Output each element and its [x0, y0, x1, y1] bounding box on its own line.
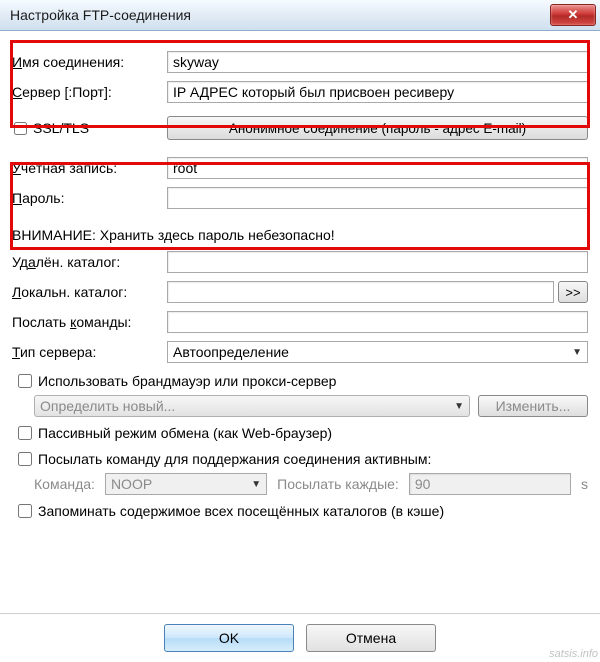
window-title: Настройка FTP-соединения: [10, 7, 191, 23]
proxy-change-button[interactable]: Изменить...: [478, 395, 588, 417]
keepalive-subrow: Команда: NOOP ▼ Посылать каждые: s: [12, 473, 588, 495]
label-server-type: Тип сервера:: [12, 344, 167, 360]
dialog-button-bar: OK Отмена: [0, 613, 600, 662]
row-use-proxy: Использовать брандмауэр или прокси-серве…: [14, 371, 588, 391]
keepalive-seconds-suffix: s: [581, 476, 588, 492]
ssl-tls-checkbox[interactable]: [14, 122, 27, 135]
cancel-button[interactable]: Отмена: [306, 624, 436, 652]
close-button[interactable]: ✕: [550, 4, 596, 26]
passive-mode-label: Пассивный режим обмена (как Web-браузер): [38, 425, 332, 441]
row-server-type: Тип сервера: Автоопределение ▼: [12, 339, 588, 365]
chevron-down-icon: ▼: [448, 401, 464, 412]
label-server-port: Сервер [:Порт]:: [12, 84, 167, 100]
chevron-down-icon: ▼: [566, 347, 582, 358]
chevron-down-icon: ▼: [245, 479, 261, 490]
titlebar: Настройка FTP-соединения ✕: [0, 0, 600, 31]
row-send-commands: Послать команды:: [12, 309, 588, 335]
send-commands-input[interactable]: [167, 311, 588, 333]
local-dir-input[interactable]: [167, 281, 554, 303]
keepalive-checkbox[interactable]: [18, 452, 32, 466]
label-connection-name: Имя соединения:: [12, 54, 167, 70]
label-remote-dir: Удалён. каталог:: [12, 254, 167, 270]
password-warning: ВНИМАНИЕ: Хранить здесь пароль небезопас…: [12, 227, 588, 243]
server-port-input[interactable]: [167, 81, 588, 103]
proxy-define-wrap: Определить новый... ▼: [34, 395, 470, 417]
password-input[interactable]: [167, 187, 588, 209]
row-connection-name: Имя соединения:: [12, 49, 588, 75]
ftp-settings-window: Настройка FTP-соединения ✕ Имя соединени…: [0, 0, 600, 662]
row-server-port: Сервер [:Порт]:: [12, 79, 588, 105]
row-ssl-anon: SSL/TLS Анонимное соединение (пароль - а…: [12, 115, 588, 141]
row-remote-dir: Удалён. каталог:: [12, 249, 588, 275]
remote-dir-input[interactable]: [167, 251, 588, 273]
browse-local-dir-button[interactable]: >>: [558, 281, 588, 303]
account-input[interactable]: [167, 157, 588, 179]
label-send-commands: Послать команды:: [12, 314, 167, 330]
ssl-tls-label: SSL/TLS: [33, 120, 89, 136]
proxy-define-dropdown[interactable]: Определить новый... ▼: [34, 395, 470, 417]
row-passive-mode: Пассивный режим обмена (как Web-браузер): [14, 423, 588, 443]
row-password: Пароль:: [12, 185, 588, 211]
ssl-tls-block: SSL/TLS: [12, 120, 167, 136]
label-password: Пароль:: [12, 190, 167, 206]
ok-button[interactable]: OK: [164, 624, 294, 652]
keepalive-cmd-value: NOOP: [111, 476, 152, 492]
row-local-dir: Локальн. каталог: >>: [12, 279, 588, 305]
keepalive-every-label: Посылать каждые:: [277, 476, 399, 492]
use-proxy-label: Использовать брандмауэр или прокси-серве…: [38, 373, 336, 389]
keepalive-interval-input[interactable]: [409, 473, 571, 495]
proxy-subblock: Определить новый... ▼ Изменить...: [12, 395, 588, 417]
connection-name-input[interactable]: [167, 51, 588, 73]
server-type-selected: Автоопределение: [173, 344, 289, 360]
use-proxy-checkbox[interactable]: [18, 374, 32, 388]
label-connection-name-text: мя соединения:: [22, 54, 124, 70]
cache-dirs-label: Запоминать содержимое всех посещённых ка…: [38, 503, 444, 519]
label-account: Учётная запись:: [12, 160, 167, 176]
server-type-dropdown[interactable]: Автоопределение ▼: [167, 341, 588, 363]
proxy-define-label: Определить новый...: [40, 398, 175, 414]
label-local-dir: Локальн. каталог:: [12, 284, 167, 300]
row-cache-dirs: Запоминать содержимое всех посещённых ка…: [14, 501, 588, 521]
anonymous-connection-button[interactable]: Анонимное соединение (пароль - адрес E-m…: [167, 116, 588, 140]
keepalive-cmd-dropdown[interactable]: NOOP ▼: [105, 473, 267, 495]
cache-dirs-checkbox[interactable]: [18, 504, 32, 518]
row-account: Учётная запись:: [12, 155, 588, 181]
proxy-change-wrap: Изменить...: [478, 395, 588, 417]
keepalive-label: Посылать команду для поддержания соедине…: [38, 451, 431, 467]
passive-mode-checkbox[interactable]: [18, 426, 32, 440]
row-keepalive: Посылать команду для поддержания соедине…: [14, 449, 588, 469]
keepalive-cmd-label: Команда:: [34, 476, 95, 492]
close-icon: ✕: [568, 7, 579, 23]
dialog-content: Имя соединения: Сервер [:Порт]: SSL/TLS …: [0, 31, 600, 531]
